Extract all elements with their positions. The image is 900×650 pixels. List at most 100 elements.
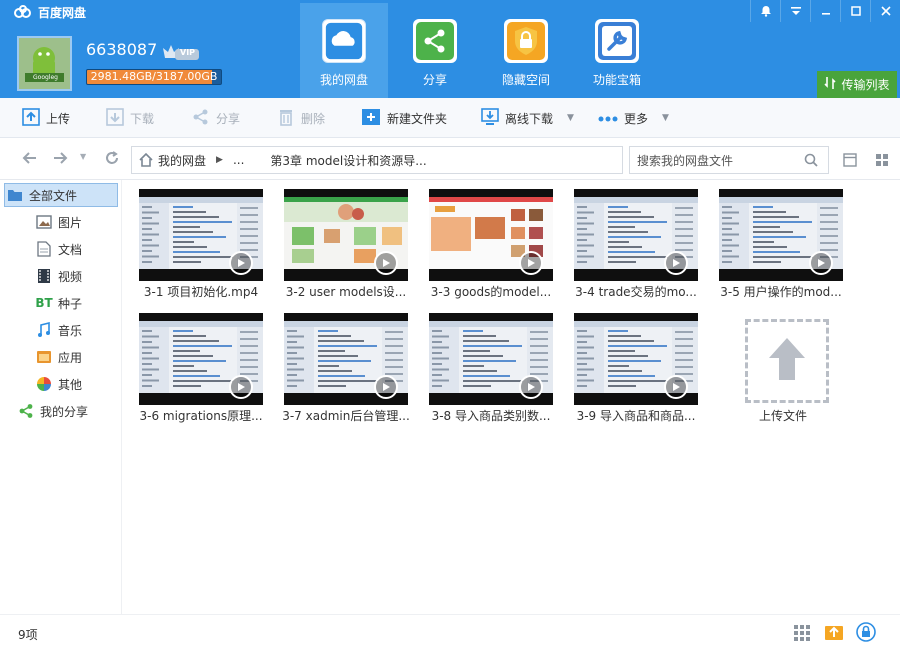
sidebar-item-apps[interactable]: 应用: [4, 345, 118, 369]
video-thumbnail[interactable]: [284, 189, 408, 281]
video-file-tile[interactable]: 3-6 migrations原理...: [138, 313, 264, 429]
sidebar-item-all-files[interactable]: 全部文件: [4, 183, 118, 207]
sidebar-item-label: 其他: [58, 377, 83, 392]
refresh-icon[interactable]: [104, 150, 120, 170]
sidebar-item-other[interactable]: 其他: [4, 372, 118, 396]
avatar[interactable]: Googleg: [17, 36, 72, 91]
video-file-tile[interactable]: 3-8 导入商品类别数...: [428, 313, 554, 429]
notification-icon[interactable]: [750, 0, 780, 22]
minimize-icon[interactable]: [810, 0, 840, 22]
play-icon[interactable]: [664, 375, 688, 399]
safe-lock-icon[interactable]: [856, 622, 876, 646]
offline-download-button[interactable]: 离线下载 ▼: [481, 98, 574, 138]
breadcrumb-separator-icon[interactable]: ▶: [216, 155, 223, 165]
toolbar: 上传 下载 分享 删除 新建文件夹 离线下载 ▼ 更多 ▼: [0, 98, 900, 138]
upload-button[interactable]: 上传: [22, 98, 70, 138]
offline-download-label: 离线下载: [505, 111, 554, 126]
forward-arrow-icon[interactable]: [52, 150, 68, 170]
list-view-icon[interactable]: [843, 152, 857, 171]
download-button[interactable]: 下载: [106, 98, 154, 138]
sidebar-item-images[interactable]: 图片: [4, 210, 118, 234]
file-name[interactable]: 3-5 用户操作的mod...: [708, 283, 854, 300]
storage-quota-text: 2981.48GB/3187.00GB: [90, 70, 218, 83]
back-arrow-icon[interactable]: [22, 150, 38, 170]
file-name[interactable]: 3-9 导入商品和商品...: [563, 407, 709, 424]
grid-view-icon[interactable]: [875, 152, 889, 171]
video-file-tile[interactable]: 3-4 trade交易的mo...: [573, 189, 699, 305]
upload-arrow-icon: [767, 336, 807, 386]
share-button[interactable]: 分享: [192, 98, 240, 138]
video-thumbnail[interactable]: [429, 189, 553, 281]
more-button[interactable]: 更多 ▼: [598, 98, 669, 138]
video-file-tile[interactable]: 3-5 用户操作的mod...: [718, 189, 844, 305]
upload-dropzone[interactable]: [745, 319, 829, 403]
file-name[interactable]: 3-4 trade交易的mo...: [563, 283, 709, 300]
bt-icon: BT: [35, 296, 53, 310]
file-name[interactable]: 3-7 xadmin后台管理...: [273, 407, 419, 424]
breadcrumb-ellipsis[interactable]: ...: [233, 153, 244, 167]
tab-hidden-space[interactable]: 隐藏空间: [482, 3, 570, 98]
play-icon[interactable]: [374, 375, 398, 399]
sidebar: 全部文件 图片 文档 视频 BT 种子 音乐 应用 其他 我的分享: [0, 180, 122, 614]
vip-badge[interactable]: VIP: [161, 42, 201, 66]
breadcrumb-root[interactable]: 我的网盘: [158, 152, 206, 169]
maximize-icon[interactable]: [840, 0, 870, 22]
video-thumbnail[interactable]: [574, 313, 698, 405]
video-thumbnail[interactable]: [429, 313, 553, 405]
play-icon[interactable]: [229, 375, 253, 399]
video-file-tile[interactable]: 3-9 导入商品和商品...: [573, 313, 699, 429]
sidebar-item-my-shares[interactable]: 我的分享: [4, 399, 118, 423]
video-file-tile[interactable]: 3-2 user models设...: [283, 189, 409, 305]
tab-share[interactable]: 分享: [391, 3, 479, 98]
video-file-tile[interactable]: 3-3 goods的model...: [428, 189, 554, 305]
sidebar-item-label: 我的分享: [40, 404, 89, 419]
video-thumbnail[interactable]: [139, 313, 263, 405]
upload-file-label: 上传文件: [758, 409, 807, 423]
download-label: 下载: [130, 111, 155, 126]
new-folder-label: 新建文件夹: [387, 111, 448, 126]
menu-icon[interactable]: [780, 0, 810, 22]
history-dropdown-icon[interactable]: ▼: [80, 152, 86, 161]
upload-label: 上传: [46, 111, 71, 126]
upload-tray-icon[interactable]: [824, 623, 844, 645]
file-name[interactable]: 3-8 导入商品类别数...: [418, 407, 564, 424]
file-name[interactable]: 3-2 user models设...: [273, 283, 419, 300]
sidebar-item-torrents[interactable]: BT 种子: [4, 291, 118, 315]
tab-toolbox[interactable]: 功能宝箱: [573, 3, 661, 98]
tab-my-disk-label: 我的网盘: [319, 73, 368, 87]
sidebar-item-music[interactable]: 音乐: [4, 318, 118, 342]
close-icon[interactable]: [870, 0, 900, 22]
home-icon[interactable]: [139, 153, 153, 167]
video-file-tile[interactable]: 3-1 项目初始化.mp4: [138, 189, 264, 305]
video-thumbnail[interactable]: [284, 313, 408, 405]
new-folder-button[interactable]: 新建文件夹: [361, 98, 447, 138]
sidebar-item-documents[interactable]: 文档: [4, 237, 118, 261]
video-thumbnail[interactable]: [719, 189, 843, 281]
file-name[interactable]: 3-6 migrations原理...: [128, 407, 274, 424]
play-icon[interactable]: [809, 251, 833, 275]
play-icon[interactable]: [664, 251, 688, 275]
play-icon[interactable]: [229, 251, 253, 275]
breadcrumb-current[interactable]: 第3章 model设计和资源导...: [270, 152, 426, 169]
file-name[interactable]: 3-3 goods的model...: [418, 283, 564, 300]
transfer-list-button[interactable]: 传输列表: [817, 71, 897, 98]
search-input[interactable]: 搜索我的网盘文件: [629, 146, 829, 174]
tab-my-disk[interactable]: 我的网盘: [300, 3, 388, 98]
sidebar-item-videos[interactable]: 视频: [4, 264, 118, 288]
user-name[interactable]: 6638087: [86, 40, 157, 59]
file-name[interactable]: 3-1 项目初始化.mp4: [128, 283, 274, 300]
sidebar-item-label: 应用: [58, 350, 83, 365]
title-bar: 百度网盘: [0, 0, 86, 24]
play-icon[interactable]: [519, 375, 543, 399]
video-file-tile[interactable]: 3-7 xadmin后台管理...: [282, 313, 410, 429]
share-icon: [18, 403, 34, 419]
video-thumbnail[interactable]: [574, 189, 698, 281]
upload-file-tile[interactable]: 上传文件: [720, 313, 846, 429]
video-thumbnail[interactable]: [139, 189, 263, 281]
apps-grid-icon[interactable]: [794, 625, 810, 645]
play-icon[interactable]: [374, 251, 398, 275]
play-icon[interactable]: [519, 251, 543, 275]
search-icon[interactable]: [804, 153, 818, 170]
sidebar-item-label: 全部文件: [29, 188, 78, 203]
delete-button[interactable]: 删除: [277, 98, 325, 138]
